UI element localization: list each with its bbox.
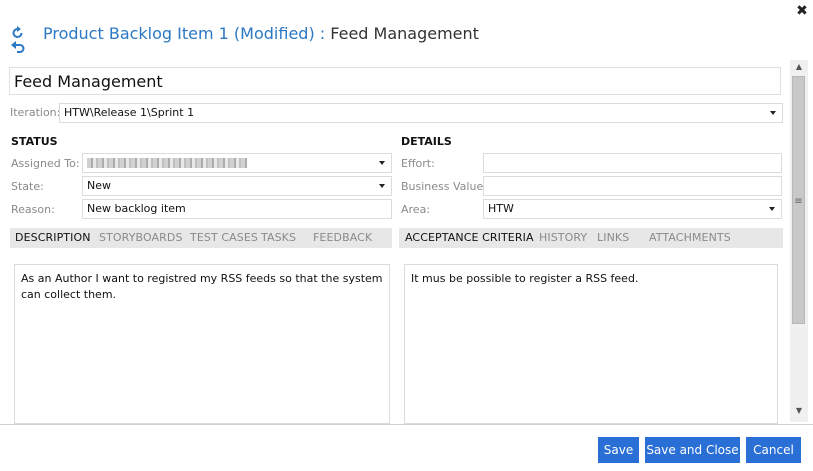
tab-attachments[interactable]: ATTACHMENTS — [649, 231, 731, 244]
acceptance-criteria-editor[interactable]: It mus be possible to register a RSS fee… — [404, 264, 778, 424]
iteration-dropdown[interactable]: HTW\Release 1\Sprint 1 — [59, 103, 783, 123]
business-value-field[interactable] — [483, 176, 782, 196]
cancel-button[interactable]: Cancel — [746, 437, 801, 463]
reason-field[interactable]: New backlog item — [82, 199, 392, 219]
state-dropdown[interactable]: New — [82, 176, 392, 196]
header-actions — [11, 26, 41, 53]
tab-test-cases[interactable]: TEST CASES — [190, 231, 258, 244]
reason-value: New backlog item — [87, 202, 186, 215]
effort-label: Effort: — [401, 157, 435, 170]
scroll-up-icon[interactable]: ▲ — [790, 60, 808, 74]
area-label: Area: — [401, 203, 431, 216]
description-editor[interactable]: As an Author I want to registred my RSS … — [14, 264, 390, 424]
effort-field[interactable] — [483, 153, 782, 173]
work-item-type-link[interactable]: Product Backlog Item 1 (Modified) — [43, 24, 315, 43]
dropdown-arrow-icon — [379, 184, 385, 188]
assigned-to-label: Assigned To: — [11, 157, 80, 170]
tab-description[interactable]: DESCRIPTION — [15, 231, 91, 244]
close-icon[interactable]: ✖ — [795, 4, 809, 18]
refresh-icon[interactable] — [11, 26, 24, 39]
iteration-value: HTW\Release 1\Sprint 1 — [64, 106, 195, 119]
assigned-to-dropdown[interactable] — [82, 153, 392, 173]
area-dropdown[interactable]: HTW — [483, 199, 782, 219]
tab-storyboards[interactable]: STORYBOARDS — [99, 231, 183, 244]
undo-icon[interactable] — [11, 40, 25, 53]
tab-acceptance-criteria[interactable]: ACCEPTANCE CRITERIA — [405, 231, 534, 244]
tab-feedback[interactable]: FEEDBACK — [313, 231, 372, 244]
title-input[interactable]: Feed Management — [9, 67, 781, 95]
state-value: New — [87, 179, 111, 192]
tab-links[interactable]: LINKS — [597, 231, 629, 244]
tab-history[interactable]: HISTORY — [539, 231, 587, 244]
state-label: State: — [11, 180, 44, 193]
save-button[interactable]: Save — [598, 437, 639, 463]
status-heading: STATUS — [11, 135, 58, 148]
business-value-label: Business Value: — [401, 180, 487, 193]
right-tab-bar: ACCEPTANCE CRITERIA HISTORY LINKS ATTACH… — [399, 228, 783, 248]
assigned-to-redacted — [87, 158, 247, 168]
dropdown-arrow-icon — [770, 111, 776, 115]
save-and-close-button[interactable]: Save and Close — [645, 437, 740, 463]
left-tab-bar: DESCRIPTION STORYBOARDS TEST CASES TASKS… — [10, 228, 392, 248]
tab-tasks[interactable]: TASKS — [261, 231, 296, 244]
dropdown-arrow-icon — [769, 207, 775, 211]
title-separator: : — [319, 24, 326, 43]
dialog-title: Product Backlog Item 1 (Modified) : Feed… — [43, 24, 479, 44]
iteration-label: Iteration: — [10, 106, 61, 119]
details-heading: DETAILS — [401, 135, 452, 148]
dropdown-arrow-icon — [379, 161, 385, 165]
reason-label: Reason: — [11, 203, 55, 216]
work-item-name: Feed Management — [330, 24, 479, 43]
area-value: HTW — [488, 202, 514, 215]
scroll-down-icon[interactable]: ▼ — [790, 404, 808, 418]
scrollbar-grip-icon: ≡ — [794, 196, 803, 207]
